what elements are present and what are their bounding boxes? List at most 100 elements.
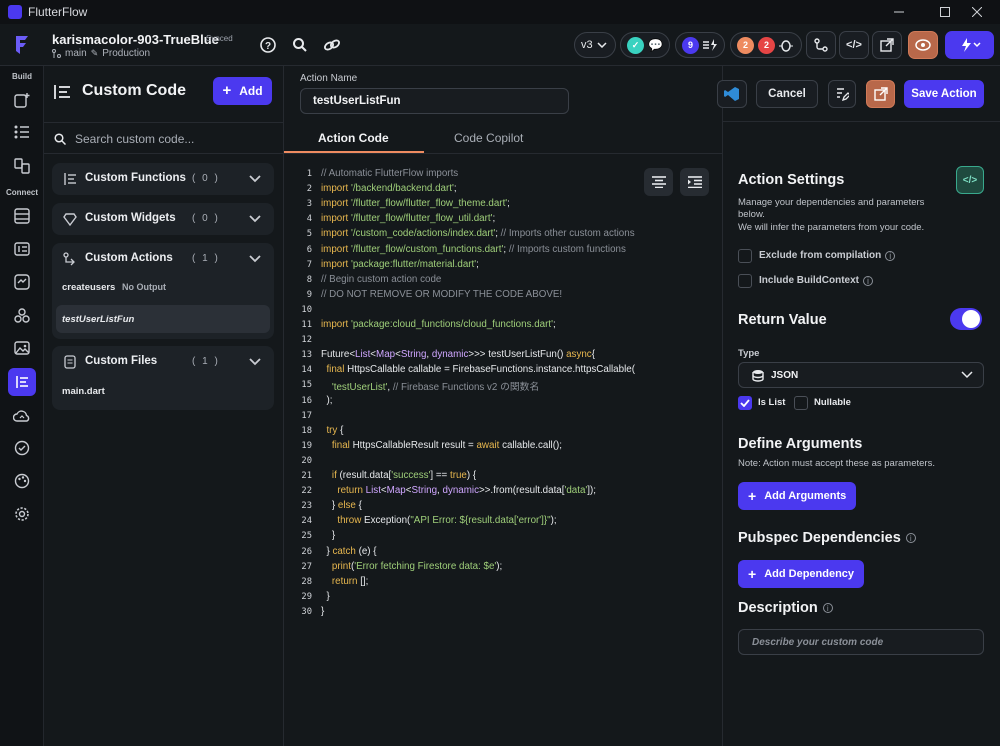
integrations-icon[interactable] [8, 302, 36, 330]
chevron-down-icon[interactable] [248, 355, 262, 369]
code-line[interactable]: import 'package:flutter/material.dart'; [321, 259, 479, 270]
indent-button[interactable] [680, 168, 709, 196]
code-line[interactable]: 'testUserList', // Firebase Functions v2… [321, 379, 539, 393]
minimize-icon[interactable] [876, 0, 922, 24]
code-line[interactable]: return List<Map<String, dynamic>>.from(r… [321, 485, 596, 496]
chevron-down-icon[interactable] [248, 212, 262, 226]
save-action-button[interactable]: Save Action [904, 80, 984, 108]
notifications-pill[interactable]: 9 [675, 32, 725, 58]
section-header[interactable]: Custom Functions ( 0 ) [52, 163, 274, 195]
cloud-functions-icon[interactable] [8, 402, 36, 430]
api-calls-icon[interactable] [8, 268, 36, 296]
code-line[interactable]: } else { [321, 500, 362, 511]
code-line[interactable]: // Begin custom action code [321, 274, 441, 285]
type-select[interactable]: JSON [738, 362, 984, 388]
section-header[interactable]: Custom Files ( 1 ) [52, 346, 274, 378]
open-copilot-button[interactable] [828, 80, 856, 108]
exclude-compilation-checkbox[interactable] [738, 249, 752, 263]
code-line[interactable]: import '/backend/backend.dart'; [321, 183, 459, 194]
section-custom-widgets[interactable]: Custom Widgets ( 0 ) [52, 203, 274, 235]
code-line[interactable]: import '/custom_code/actions/index.dart'… [321, 228, 635, 239]
test-icon[interactable] [8, 434, 36, 462]
include-buildcontext-checkbox[interactable] [738, 274, 752, 288]
list-item[interactable]: main.dart [56, 382, 270, 404]
tab-code-copilot[interactable]: Code Copilot [454, 131, 523, 145]
code-line[interactable]: throw Exception("API Error: ${result.dat… [321, 515, 556, 526]
add-dependency-button[interactable]: + Add Dependency [738, 560, 865, 588]
app-values-icon[interactable] [8, 235, 36, 263]
code-line[interactable]: ); [321, 395, 332, 406]
add-arguments-button[interactable]: + Add Arguments [738, 482, 857, 510]
help-icon[interactable]: ? [260, 37, 276, 53]
section-custom-actions[interactable]: Custom Actions ( 1 ) createusers No Outp… [52, 243, 274, 339]
branch-info[interactable]: main ✎ Production [52, 48, 150, 59]
search-icon[interactable] [292, 37, 308, 53]
flutterflow-logo-icon[interactable] [12, 34, 32, 56]
info-icon[interactable]: i [822, 603, 833, 613]
code-line[interactable]: final HttpsCallableResult result = await… [321, 440, 562, 451]
open-external-button[interactable] [866, 80, 895, 108]
run-button[interactable] [945, 31, 994, 59]
code-line[interactable]: return []; [321, 576, 368, 587]
code-line[interactable]: } catch (e) { [321, 546, 376, 557]
code-line[interactable]: } [321, 591, 329, 602]
section-header[interactable]: Custom Widgets ( 0 ) [52, 203, 274, 235]
info-icon[interactable]: i [905, 533, 916, 543]
status-check-pill[interactable]: ✓ 💬 [620, 32, 670, 58]
list-item-selected[interactable]: testUserListFun [56, 305, 270, 333]
project-name[interactable]: karismacolor-903-TrueBlue [52, 32, 219, 47]
code-line[interactable]: Future<List<Map<String, dynamic>>> testU… [321, 349, 595, 360]
vscode-button[interactable] [717, 80, 747, 108]
code-line[interactable]: import 'package:cloud_functions/cloud_fu… [321, 319, 556, 330]
code-line[interactable]: // DO NOT REMOVE OR MODIFY THE CODE ABOV… [321, 289, 562, 300]
description-input[interactable]: Describe your custom code [738, 629, 984, 655]
search-bar[interactable]: Search custom code... [44, 122, 284, 154]
add-page-icon[interactable] [8, 86, 36, 114]
code-line[interactable]: if (result.data['success'] == true) { [321, 470, 476, 481]
code-line[interactable]: import '/flutter_flow/custom_functions.d… [321, 244, 626, 255]
preview-button[interactable] [908, 31, 938, 59]
search-input[interactable]: Search custom code... [75, 132, 194, 146]
firestore-icon[interactable] [8, 202, 36, 230]
chevron-down-icon[interactable] [248, 172, 262, 186]
open-external-button[interactable] [872, 31, 902, 59]
is-list-checkbox[interactable] [738, 396, 752, 410]
code-view-button[interactable]: </> [956, 166, 984, 194]
widget-tree-icon[interactable] [8, 118, 36, 146]
code-line[interactable]: // Automatic FlutterFlow imports [321, 168, 458, 179]
add-button[interactable]: + Add [213, 77, 272, 105]
code-editor[interactable]: 1 // Automatic FlutterFlow imports 2 import… [284, 154, 722, 746]
media-assets-icon[interactable] [8, 334, 36, 362]
action-name-input[interactable]: testUserListFun [300, 88, 569, 114]
info-icon[interactable]: i [885, 250, 896, 261]
branching-button[interactable] [806, 31, 836, 59]
bug-icon [779, 40, 793, 52]
format-code-button[interactable] [644, 168, 673, 196]
close-icon[interactable] [954, 0, 1000, 24]
settings-gear-icon[interactable] [8, 500, 36, 528]
cancel-button[interactable]: Cancel [756, 80, 818, 108]
custom-code-icon[interactable] [8, 368, 36, 396]
section-custom-functions[interactable]: Custom Functions ( 0 ) [52, 163, 274, 195]
code-line[interactable]: import '/flutter_flow/flutter_flow_theme… [321, 198, 510, 209]
code-line[interactable]: } [321, 530, 335, 541]
chevron-down-icon[interactable] [248, 252, 262, 266]
code-line[interactable]: final HttpsCallable callable = FirebaseF… [321, 364, 635, 375]
code-line[interactable]: import '/flutter_flow/flutter_flow_util.… [321, 213, 495, 224]
code-line[interactable]: print('Error fetching Firestore data: $e… [321, 561, 502, 572]
issues-pill[interactable]: 2 2 [730, 32, 802, 58]
code-line[interactable]: } [321, 606, 324, 617]
info-icon[interactable]: i [863, 275, 873, 286]
code-line[interactable]: try { [321, 425, 343, 436]
version-selector[interactable]: v3 [574, 32, 616, 58]
section-custom-files[interactable]: Custom Files ( 1 ) main.dart [52, 346, 274, 410]
list-item[interactable]: createusers No Output [56, 277, 270, 299]
section-header[interactable]: Custom Actions ( 1 ) [52, 243, 274, 275]
theme-icon[interactable] [8, 467, 36, 495]
storyboard-icon[interactable] [8, 152, 36, 180]
link-icon[interactable] [323, 37, 341, 53]
return-value-toggle[interactable] [950, 308, 982, 330]
tab-action-code[interactable]: Action Code [318, 131, 389, 145]
nullable-checkbox[interactable] [794, 396, 808, 410]
view-code-button[interactable]: </> [839, 31, 869, 59]
